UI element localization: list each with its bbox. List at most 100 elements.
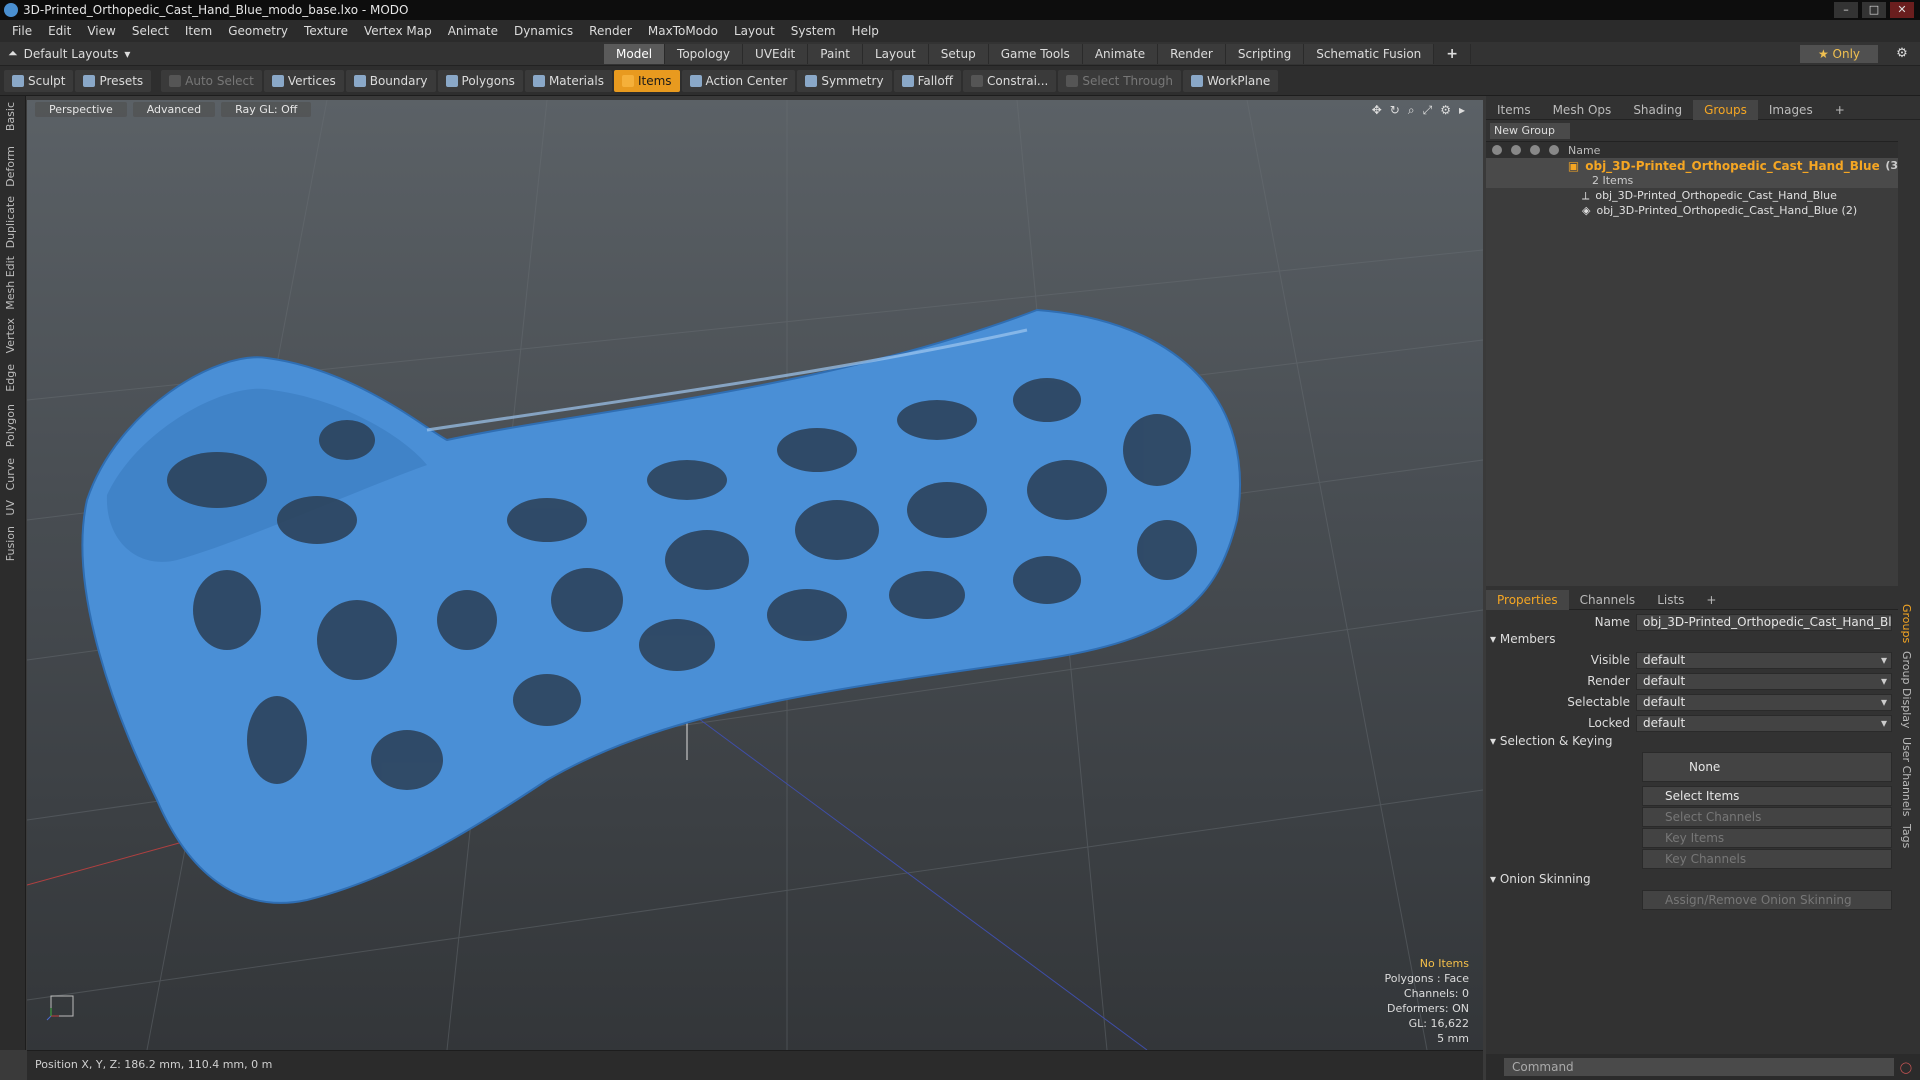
none-button[interactable]: None	[1642, 752, 1892, 782]
render-icon[interactable]	[1511, 145, 1521, 155]
gear-icon[interactable]: ⚙	[1892, 45, 1912, 63]
side-tab-curve[interactable]: Curve	[4, 458, 17, 490]
menu-dynamics[interactable]: Dynamics	[506, 24, 581, 38]
name-field[interactable]: obj_3D-Printed_Orthopedic_Cast_Hand_Blue…	[1636, 613, 1892, 631]
shading-mode-button[interactable]: Advanced	[132, 102, 216, 117]
tab-lists[interactable]: Lists	[1646, 590, 1695, 610]
side-tab-duplicate[interactable]: Duplicate	[4, 196, 17, 248]
tab-channels[interactable]: Channels	[1569, 590, 1647, 610]
tab-topology[interactable]: Topology	[665, 44, 744, 64]
menu-texture[interactable]: Texture	[296, 24, 356, 38]
onion-skinning-section-header[interactable]: ▾ Onion Skinning	[1490, 872, 1591, 886]
command-input[interactable]: Command	[1504, 1058, 1894, 1076]
side-tab-basic[interactable]: Basic	[4, 102, 17, 131]
viewport-menu-icon[interactable]: ▸	[1459, 103, 1465, 118]
tab-items[interactable]: Items	[1486, 100, 1542, 120]
key-items-button[interactable]: Key Items	[1642, 828, 1892, 848]
view-mode-button[interactable]: Perspective	[35, 102, 127, 117]
tab-layout[interactable]: Layout	[862, 44, 929, 64]
select-channels-button[interactable]: Select Channels	[1642, 807, 1892, 827]
raygl-button[interactable]: Ray GL: Off	[221, 102, 312, 117]
tab-paint[interactable]: Paint	[808, 44, 863, 64]
command-history-icon[interactable]: ◯	[1900, 1061, 1912, 1074]
menu-layout[interactable]: Layout	[726, 24, 783, 38]
tab-groups[interactable]: Groups	[1693, 100, 1758, 120]
members-section-header[interactable]: ▾ Members	[1490, 632, 1555, 646]
auto-select-button[interactable]: Auto Select	[161, 69, 262, 92]
menu-geometry[interactable]: Geometry	[220, 24, 296, 38]
layouts-dropdown[interactable]: ⏶ Default Layouts ▾	[0, 46, 600, 61]
side-tab-deform[interactable]: Deform	[4, 146, 17, 187]
close-button[interactable]: ✕	[1890, 2, 1914, 18]
add-properties-tab-button[interactable]: +	[1695, 590, 1727, 610]
tab-mesh-ops[interactable]: Mesh Ops	[1542, 100, 1623, 120]
tab-setup[interactable]: Setup	[928, 44, 989, 64]
tab-properties[interactable]: Properties	[1486, 590, 1569, 610]
tab-scripting[interactable]: Scripting	[1225, 44, 1305, 64]
menu-vertex-map[interactable]: Vertex Map	[356, 24, 440, 38]
minimize-button[interactable]: –	[1834, 2, 1858, 18]
sculpt-button[interactable]: Sculpt	[4, 69, 74, 92]
side-tab-tags[interactable]: Tags	[1900, 824, 1913, 848]
add-panel-tab-button[interactable]: +	[1824, 100, 1856, 120]
fit-icon[interactable]: ⤢	[1423, 103, 1433, 118]
group-row[interactable]: ▣ obj_3D-Printed_Orthopedic_Cast_Hand_Bl…	[1486, 158, 1898, 173]
group-member-row[interactable]: ⟂ obj_3D-Printed_Orthopedic_Cast_Hand_Bl…	[1486, 188, 1898, 203]
eye-icon[interactable]	[1492, 145, 1502, 155]
polygons-button[interactable]: Polygons	[437, 69, 523, 92]
boundary-button[interactable]: Boundary	[345, 69, 436, 92]
presets-button[interactable]: Presets	[75, 69, 152, 92]
assign-onion-button[interactable]: Assign/Remove Onion Skinning	[1642, 890, 1892, 910]
vertices-button[interactable]: Vertices	[263, 69, 344, 92]
menu-animate[interactable]: Animate	[440, 24, 506, 38]
tab-uvedit[interactable]: UVEdit	[743, 44, 809, 64]
pan-icon[interactable]: ✥	[1372, 103, 1382, 118]
orthopedic-cast-mesh[interactable]	[81, 308, 1242, 904]
selectable-dropdown[interactable]: default ▾	[1636, 693, 1892, 711]
tab-shading[interactable]: Shading	[1622, 100, 1693, 120]
3d-viewport[interactable]: Perspective Advanced Ray GL: Off ✥ ↻ ⌕ ⤢…	[27, 100, 1483, 1050]
key-channels-button[interactable]: Key Channels	[1642, 849, 1892, 869]
menu-file[interactable]: File	[4, 24, 40, 38]
items-button[interactable]: Items	[613, 69, 680, 92]
maximize-button[interactable]: □	[1862, 2, 1886, 18]
viewport-gear-icon[interactable]: ⚙	[1440, 103, 1451, 118]
side-tab-mesh-edit[interactable]: Mesh Edit	[4, 256, 17, 310]
side-tab-vertex[interactable]: Vertex	[4, 318, 17, 353]
selection-keying-section-header[interactable]: ▾ Selection & Keying	[1490, 734, 1612, 748]
tab-model[interactable]: Model	[604, 44, 666, 64]
symmetry-button[interactable]: Symmetry	[797, 69, 892, 92]
render-dropdown[interactable]: default ▾	[1636, 672, 1892, 690]
tab-game-tools[interactable]: Game Tools	[988, 44, 1083, 64]
side-tab-edge[interactable]: Edge	[4, 364, 17, 392]
menu-system[interactable]: System	[783, 24, 844, 38]
side-tab-fusion[interactable]: Fusion	[4, 526, 17, 561]
add-tab-button[interactable]: +	[1434, 44, 1472, 64]
materials-button[interactable]: Materials	[524, 69, 612, 92]
new-group-button[interactable]: New Group	[1490, 123, 1570, 139]
side-tab-uv[interactable]: UV	[4, 500, 17, 516]
falloff-button[interactable]: Falloff	[893, 69, 961, 92]
zoom-icon[interactable]: ⌕	[1408, 103, 1415, 118]
action-center-button[interactable]: Action Center	[681, 69, 796, 92]
menu-maxtomodo[interactable]: MaxToModo	[640, 24, 726, 38]
menu-help[interactable]: Help	[844, 24, 887, 38]
tab-images[interactable]: Images	[1758, 100, 1824, 120]
only-toggle[interactable]: ★ Only	[1800, 45, 1878, 63]
side-tab-user-channels[interactable]: User Channels	[1900, 737, 1913, 816]
tab-animate[interactable]: Animate	[1082, 44, 1159, 64]
menu-edit[interactable]: Edit	[40, 24, 79, 38]
menu-select[interactable]: Select	[124, 24, 177, 38]
select-icon[interactable]	[1549, 145, 1559, 155]
side-tab-polygon[interactable]: Polygon	[4, 404, 17, 447]
rotate-icon[interactable]: ↻	[1390, 103, 1400, 118]
menu-item[interactable]: Item	[177, 24, 220, 38]
lock-icon[interactable]	[1530, 145, 1540, 155]
select-items-button[interactable]: Select Items	[1642, 786, 1892, 806]
menu-view[interactable]: View	[79, 24, 123, 38]
locked-dropdown[interactable]: default ▾	[1636, 714, 1892, 732]
side-tab-group-display[interactable]: Group Display	[1900, 651, 1913, 729]
tab-render[interactable]: Render	[1158, 44, 1226, 64]
tab-schematic-fusion[interactable]: Schematic Fusion	[1304, 44, 1435, 64]
side-tab-groups[interactable]: Groups	[1900, 604, 1913, 643]
